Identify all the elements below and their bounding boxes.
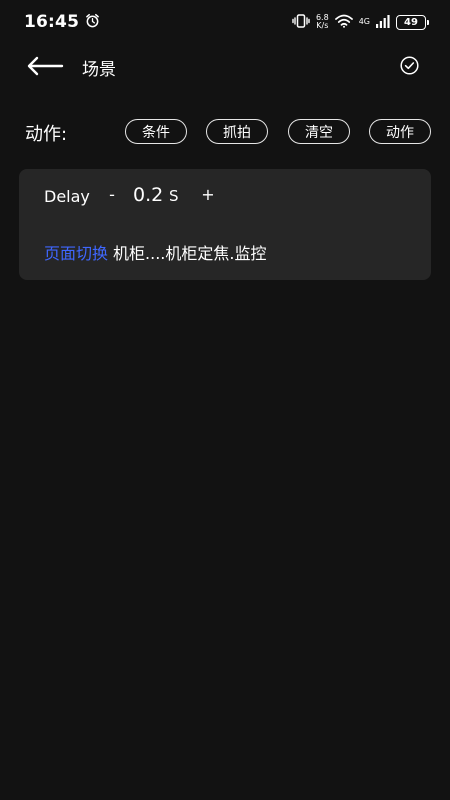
signal-icon <box>376 13 390 32</box>
chip-clear[interactable]: 清空 <box>288 119 350 144</box>
chip-condition[interactable]: 条件 <box>125 119 187 144</box>
actions-label: 动作: <box>25 124 68 145</box>
increase-delay-button[interactable]: + <box>201 185 215 204</box>
confirm-button[interactable] <box>399 55 420 76</box>
delay-label: Delay <box>44 187 90 206</box>
wifi-icon <box>334 13 353 32</box>
status-bar-left: 16:45 <box>24 12 100 32</box>
battery-level: 49 <box>404 16 418 28</box>
delay-value[interactable]: 0.2 <box>133 184 163 206</box>
decrease-delay-button[interactable]: - <box>105 185 119 204</box>
status-time: 16:45 <box>24 12 80 32</box>
action-type-link[interactable]: 页面切换 <box>44 244 108 263</box>
back-button[interactable] <box>26 54 64 78</box>
action-card: Delay - 0.2 S + 页面切换 机柜....机柜定焦.监控 <box>19 169 431 280</box>
network-type: 4G <box>358 17 370 26</box>
net-speed: 6.8 K/s <box>316 14 329 30</box>
alarm-icon <box>85 13 100 32</box>
net-speed-unit: K/s <box>316 21 329 30</box>
check-circle-icon <box>400 56 419 75</box>
app-bar: 场景 <box>0 44 450 88</box>
chip-snapshot[interactable]: 抓拍 <box>206 119 268 144</box>
action-detail: 机柜....机柜定焦.监控 <box>113 244 267 263</box>
status-bar-right: 6.8 K/s 4G 49 <box>292 13 429 32</box>
battery-icon: 49 <box>396 14 429 30</box>
chip-action[interactable]: 动作 <box>369 119 431 144</box>
arrow-left-icon <box>27 56 64 76</box>
page-title: 场景 <box>82 60 116 80</box>
status-bar: 16:45 6.8 K/s 4G 49 <box>0 0 450 44</box>
action-description: 页面切换 机柜....机柜定焦.监控 <box>44 240 266 264</box>
vibrate-icon <box>292 13 310 32</box>
delay-unit: S <box>169 187 179 205</box>
actions-row: 动作: 条件 抓拍 清空 动作 <box>0 115 450 149</box>
